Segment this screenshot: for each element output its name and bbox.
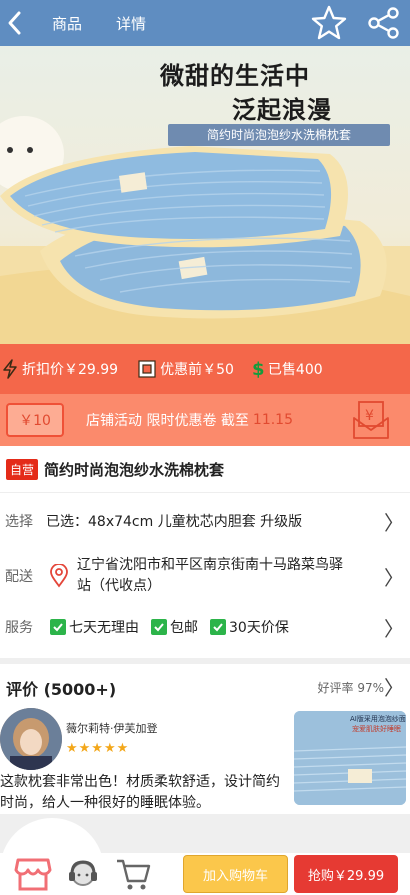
thumbnail-caption-2: 宠爱肌肤好睡眠 [352,724,401,733]
avatar [0,708,62,770]
chevron-right-icon: 〉 [384,510,404,535]
discount-price: 折扣价￥29.99 [2,359,118,379]
check-icon [151,619,167,635]
reviewer-name: 薇尔莉特·伊芙加登 [66,722,158,735]
cart-icon[interactable] [112,857,154,891]
service-row[interactable]: 服务 七天无理由 包邮 30天价保 〉 [0,617,410,641]
coupon-strip[interactable]: ￥10 店铺活动 限时优惠卷 截至 11.15 ¥ [0,394,410,446]
store-icon[interactable] [12,856,54,892]
hero-headline-2: 泛起浪漫 [232,96,332,124]
coupon-amount[interactable]: ￥10 [6,403,64,437]
share-icon[interactable] [366,5,402,41]
product-title-card: 自营 简约时尚泡泡纱水洗棉枕套 [0,446,410,492]
hero-headline-1: 微甜的生活中 [160,62,310,90]
service-item: 30天价保 [210,617,289,637]
lightning-icon [3,359,17,379]
chevron-right-icon: 〉 [384,616,404,641]
coupon-text: 店铺活动 限时优惠卷 截至 [86,413,249,429]
add-to-cart-button[interactable]: 加入购物车 [183,855,288,893]
selected-spec: 已选：48x74cm 儿童枕芯内胆套 升级版 [46,514,303,530]
self-operated-badge: 自营 [6,458,39,480]
chevron-right-icon[interactable]: 〉 [384,672,404,701]
hero-image: 微甜的生活中 泛起浪漫 简约时尚泡泡纱水洗棉枕套 [0,46,410,344]
service-item: 包邮 [151,617,198,637]
reviews-title[interactable]: 评价 (5000+) [6,676,116,700]
back-icon [8,11,21,35]
bottom-action-bar: 加入购物车 抢购￥29.99 [0,853,410,895]
product-title: 简约时尚泡泡纱水洗棉枕套 [44,460,225,479]
price-strip: 折扣价￥29.99 优惠前￥50 $ 已售400 [0,344,410,394]
svg-text:¥: ¥ [365,408,374,424]
thumbnail-caption-1: AI版采用泡泡纱面料 [350,714,406,723]
review-text: 这款枕套非常出色！材质柔软舒适，设计简约时尚，给人一种很好的睡眠体验。 [0,774,280,811]
options-card: 选择 已选：48x74cm 儿童枕芯内胆套 升级版 〉 配送 辽宁省沈阳市和平区… [0,492,410,658]
chevron-right-icon: 〉 [384,565,404,590]
top-bar: 商品 详情 [0,0,410,46]
red-envelope-icon[interactable]: ¥ [352,400,390,440]
hero-subtitle: 简约时尚泡泡纱水洗棉枕套 [168,124,390,146]
shipping-row[interactable]: 配送 辽宁省沈阳市和平区南京街南十马路菜鸟驿 站（代收点） 〉 [0,555,410,597]
positive-rate[interactable]: 好评率 97% [318,679,385,696]
location-pin-icon [50,564,68,588]
shipping-address-line1: 辽宁省沈阳市和平区南京街南十马路菜鸟驿 [77,557,343,573]
star-icon[interactable] [310,4,348,42]
back-button[interactable] [2,0,28,46]
buy-now-button[interactable]: 抢购￥29.99 [294,855,398,893]
tab-details[interactable]: 详情 [116,13,146,34]
select-row[interactable]: 选择 已选：48x74cm 儿童枕芯内胆套 升级版 〉 [0,511,410,535]
customer-service-icon[interactable] [62,857,104,891]
rating-stars: ★★★★★ [66,741,130,756]
service-item: 七天无理由 [50,617,139,637]
coupon-tag-icon [138,360,156,378]
check-icon [50,619,66,635]
reviews-card: 评价 (5000+) 好评率 97% 〉 薇尔莉特·伊芙加登 ★★★★★ 这款枕… [0,664,410,814]
dollar-icon: $ [252,359,264,379]
svg-text:$: $ [252,359,264,379]
coupon-date: 11.15 [252,412,293,428]
tab-product[interactable]: 商品 [52,13,82,34]
shipping-address-line2: 站（代收点） [77,578,161,594]
review-thumbnail[interactable]: AI版采用泡泡纱面料 宠爱肌肤好睡眠 [294,711,406,805]
check-icon [210,619,226,635]
original-price: 优惠前￥50 [138,359,234,379]
sold-count: $ 已售400 [251,359,323,379]
